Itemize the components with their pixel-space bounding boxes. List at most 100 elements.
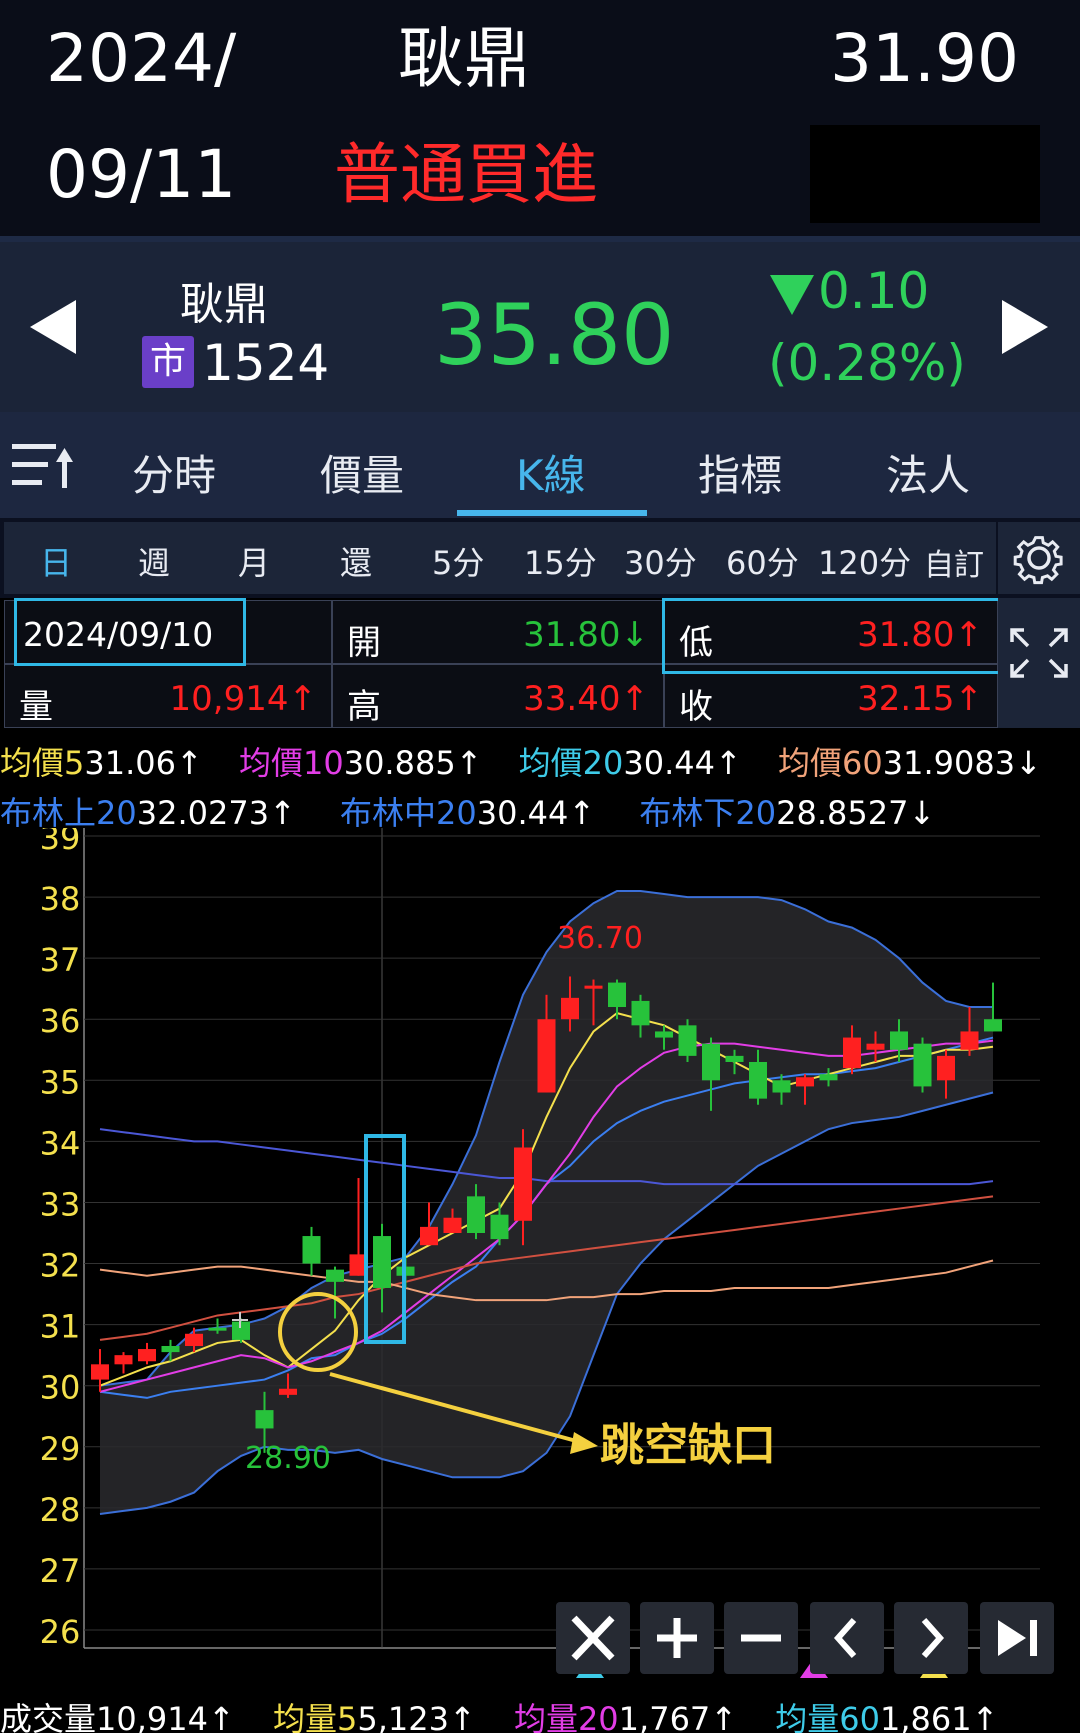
sort-menu-icon[interactable] [10,436,74,492]
period-adjusted[interactable]: 還 [340,538,372,584]
close-label: 收 [679,687,713,727]
stock-code: 1524 [202,334,330,392]
scroll-left-button[interactable] [810,1602,884,1674]
period-15min[interactable]: 15分 [524,538,597,584]
boll-upper-value: 32.0273↑ [136,794,296,832]
gap-arrow-head [570,1432,598,1454]
ma10-label: 均價10 [238,744,344,782]
open-value: 31.80↓ [523,615,649,655]
period-5min[interactable]: 5分 [432,538,484,584]
period-30min[interactable]: 30分 [624,538,697,584]
candle-body [866,1043,885,1050]
y-tick-label: 28 [40,1491,81,1529]
candle-body [702,1043,720,1081]
candle-body [326,1269,344,1282]
down-triangle-icon [770,274,814,315]
volume-value: 10,914↑ [169,679,317,719]
settings-button[interactable] [998,522,1080,594]
low-highlight-box [662,598,1010,674]
tab-indicators[interactable]: 指標 [698,442,782,503]
vol-value: 10,914↑ [96,1700,235,1733]
scroll-end-button[interactable] [980,1602,1054,1674]
order-stock-name: 耿鼎 [398,20,530,97]
boll-lower-value: 28.8527↓ [776,794,936,832]
expand-icon [1010,628,1068,678]
candle-body [279,1388,297,1395]
candle-body [960,1031,979,1050]
main-tabs: 分時 價量 K線 指標 法人 [0,412,1080,518]
y-tick-label: 38 [40,880,81,918]
ma60-label: 均價60 [777,744,883,782]
plus-icon [657,1618,697,1658]
low-label: 28.90 [245,1441,331,1476]
candle-body [608,982,626,1008]
candle-body [890,1031,908,1050]
high-label: 高 [347,687,381,727]
candle-body [561,997,579,1020]
candle-body [302,1236,321,1264]
candle-body [819,1074,838,1081]
ma5-label: 均價5 [0,744,85,782]
period-day[interactable]: 日 [40,538,72,584]
zoom-in-button[interactable] [640,1602,714,1674]
boll-lower-label: 布林下20 [639,794,777,832]
period-week[interactable]: 週 [138,538,170,584]
redacted-box [810,125,1040,223]
scroll-right-button[interactable] [894,1602,968,1674]
candle-body [631,1000,650,1026]
custom-period-button[interactable]: 自訂 [916,522,996,594]
tab-intraday[interactable]: 分時 [132,442,216,503]
y-tick-label: 35 [40,1063,81,1101]
candle-body [420,1226,438,1246]
order-header: 2024/ 09/11 耿鼎 普通買進 31.90 [0,0,1080,238]
y-tick-label: 39 [40,828,81,857]
gear-icon [1013,536,1063,585]
tab-kline[interactable]: K線 [516,442,586,503]
y-tick-label: 36 [40,1002,81,1040]
price-change-value: 0.10 [818,262,930,320]
candle-body [772,1080,791,1093]
period-60min[interactable]: 60分 [726,538,799,584]
minus-icon [741,1634,781,1642]
candle-body [208,1327,227,1331]
custom-period-label: 自訂 [924,548,984,583]
close-chart-button[interactable] [556,1602,630,1674]
close-icon [571,1615,615,1661]
vol60-value: 1,861↑ [880,1700,999,1733]
market-badge: 市 [142,336,194,388]
candle-body [984,1019,1002,1032]
ma20-value: 30.44↑ [623,744,742,782]
candle-body [843,1037,861,1069]
period-month[interactable]: 月 [238,538,270,584]
y-tick-label: 27 [40,1552,81,1590]
period-selector: 日 週 月 還 5分 15分 30分 60分 120分 自訂 [0,518,1080,598]
tab-institutional[interactable]: 法人 [886,442,970,503]
ma20-label: 均價20 [518,744,624,782]
candle-body [138,1349,156,1362]
info-open-cell: 開 31.80↓ [332,600,664,664]
vol-label: 成交量 [0,1700,97,1733]
tab-price-volume[interactable]: 價量 [320,442,404,503]
current-price: 35.80 [434,286,675,384]
candle-body [161,1345,180,1353]
next-stock-icon[interactable] [1002,300,1048,354]
vol5-label: 均量5 [272,1700,358,1733]
price-change: 0.10 [770,262,929,320]
info-volume-cell: 量 10,914↑ [4,664,332,728]
kline-chart[interactable]: 39 38 37 36 35 34 33 32 31 30 29 28 27 26 36.70 28.90 跳空… [0,828,1080,1698]
zoom-out-button[interactable] [724,1602,798,1674]
period-120min[interactable]: 120分 [818,538,911,584]
ma60-value: 31.9083↓ [882,744,1042,782]
ma-row: 均價531.06↑ 均價1030.885↑ 均價2030.44↑ 均價6031.… [0,738,1042,784]
fullscreen-button[interactable] [998,598,1080,728]
candle-body [937,1055,955,1081]
candle-body [373,1236,391,1288]
active-tab-indicator [457,510,647,516]
candle-body [490,1214,509,1240]
boll-upper-label: 布林上20 [0,794,137,832]
price-change-pct: (0.28%) [768,334,966,392]
candle-body [749,1061,767,1099]
candle-body [255,1410,274,1429]
vol20-label: 均量20 [513,1700,619,1733]
prev-stock-icon[interactable] [30,300,76,354]
